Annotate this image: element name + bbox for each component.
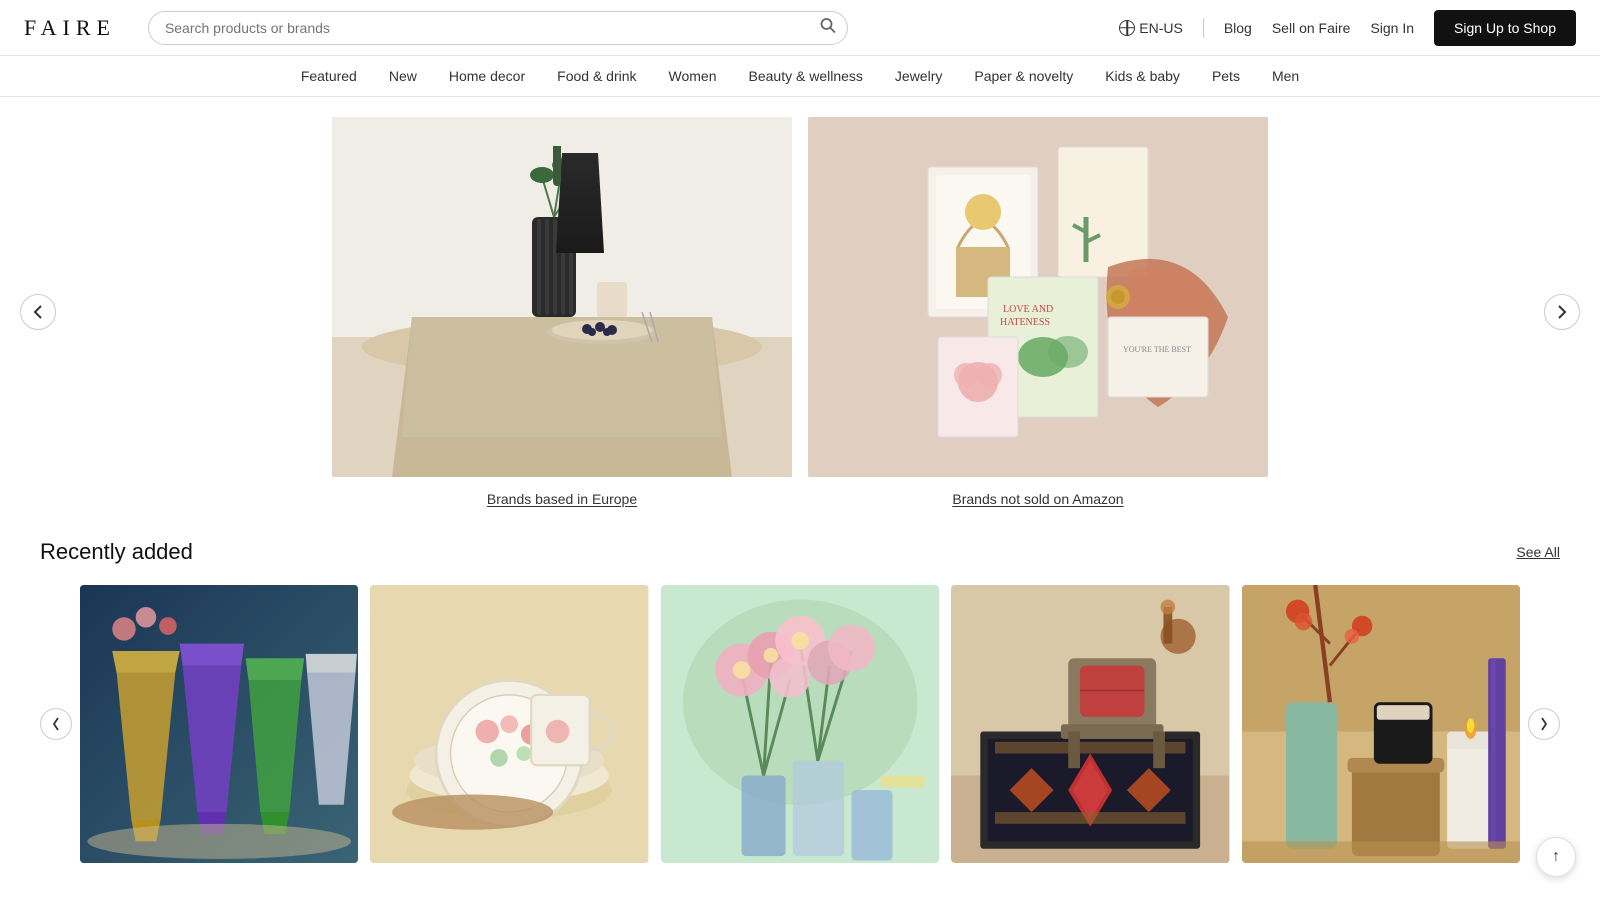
nav-women[interactable]: Women bbox=[669, 68, 717, 84]
product-card-glasses[interactable] bbox=[80, 585, 358, 863]
nav-beauty[interactable]: Beauty & wellness bbox=[749, 68, 863, 84]
nav-featured[interactable]: Featured bbox=[301, 68, 357, 84]
section-title: Recently added bbox=[40, 539, 193, 565]
lang-label: EN-US bbox=[1139, 20, 1183, 36]
globe-icon bbox=[1119, 20, 1135, 36]
sign-up-button[interactable]: Sign Up to Shop bbox=[1434, 10, 1576, 46]
featured-image-amazon[interactable]: LOVE AND HATENESS YO bbox=[808, 117, 1268, 477]
main-nav: Featured New Home decor Food & drink Wom… bbox=[0, 56, 1600, 97]
recently-added-section: Recently added See All bbox=[0, 507, 1600, 883]
main-content: Brands based in Europe bbox=[0, 97, 1600, 903]
nav-home-decor[interactable]: Home decor bbox=[449, 68, 525, 84]
product-card-plates[interactable] bbox=[370, 585, 648, 863]
featured-grid: Brands based in Europe bbox=[40, 117, 1560, 507]
svg-text:YOU'RE THE BEST: YOU'RE THE BEST bbox=[1123, 345, 1191, 354]
nav-food-drink[interactable]: Food & drink bbox=[557, 68, 636, 84]
nav-pets[interactable]: Pets bbox=[1212, 68, 1240, 84]
carousel-prev-button[interactable] bbox=[20, 294, 56, 330]
product-card-flowers[interactable] bbox=[661, 585, 939, 863]
carousel-next-button[interactable] bbox=[1544, 294, 1580, 330]
product-image-rug bbox=[951, 585, 1229, 863]
section-header: Recently added See All bbox=[40, 539, 1560, 565]
lang-selector[interactable]: EN-US bbox=[1119, 20, 1183, 36]
see-all-link[interactable]: See All bbox=[1516, 544, 1560, 560]
sell-link[interactable]: Sell on Faire bbox=[1272, 20, 1351, 36]
products-grid bbox=[80, 585, 1520, 863]
scroll-top-button[interactable]: ↑ bbox=[1536, 837, 1576, 877]
nav-men[interactable]: Men bbox=[1272, 68, 1299, 84]
products-carousel bbox=[40, 585, 1560, 863]
header: FAIRE EN-US Blog Sell on Faire Sign In S… bbox=[0, 0, 1600, 56]
product-image-candles bbox=[1242, 585, 1520, 863]
nav-paper[interactable]: Paper & novelty bbox=[974, 68, 1073, 84]
featured-label-europe[interactable]: Brands based in Europe bbox=[487, 491, 637, 507]
chevron-up-icon: ↑ bbox=[1552, 848, 1560, 866]
search-icon bbox=[820, 17, 836, 38]
blog-link[interactable]: Blog bbox=[1224, 20, 1252, 36]
products-next-button[interactable] bbox=[1528, 708, 1560, 740]
products-prev-button[interactable] bbox=[40, 708, 72, 740]
product-card-candles[interactable] bbox=[1242, 585, 1520, 863]
featured-carousel: Brands based in Europe bbox=[0, 117, 1600, 507]
header-right: EN-US Blog Sell on Faire Sign In Sign Up… bbox=[1119, 10, 1576, 46]
product-image-flowers bbox=[661, 585, 939, 863]
product-image-plates bbox=[370, 585, 648, 863]
svg-text:LOVE AND: LOVE AND bbox=[1003, 304, 1053, 315]
product-image-glasses bbox=[80, 585, 358, 863]
featured-image-europe[interactable] bbox=[332, 117, 792, 477]
nav-jewelry[interactable]: Jewelry bbox=[895, 68, 942, 84]
featured-label-amazon[interactable]: Brands not sold on Amazon bbox=[952, 491, 1123, 507]
header-divider bbox=[1203, 18, 1204, 38]
featured-item-amazon: LOVE AND HATENESS YO bbox=[808, 117, 1268, 507]
search-bar bbox=[148, 11, 848, 45]
featured-item-europe: Brands based in Europe bbox=[332, 117, 792, 507]
nav-kids[interactable]: Kids & baby bbox=[1105, 68, 1180, 84]
svg-text:HATENESS: HATENESS bbox=[1000, 317, 1050, 328]
nav-new[interactable]: New bbox=[389, 68, 417, 84]
product-card-rug[interactable] bbox=[951, 585, 1229, 863]
logo[interactable]: FAIRE bbox=[24, 15, 116, 41]
signin-link[interactable]: Sign In bbox=[1370, 20, 1414, 36]
search-input[interactable] bbox=[148, 11, 848, 45]
